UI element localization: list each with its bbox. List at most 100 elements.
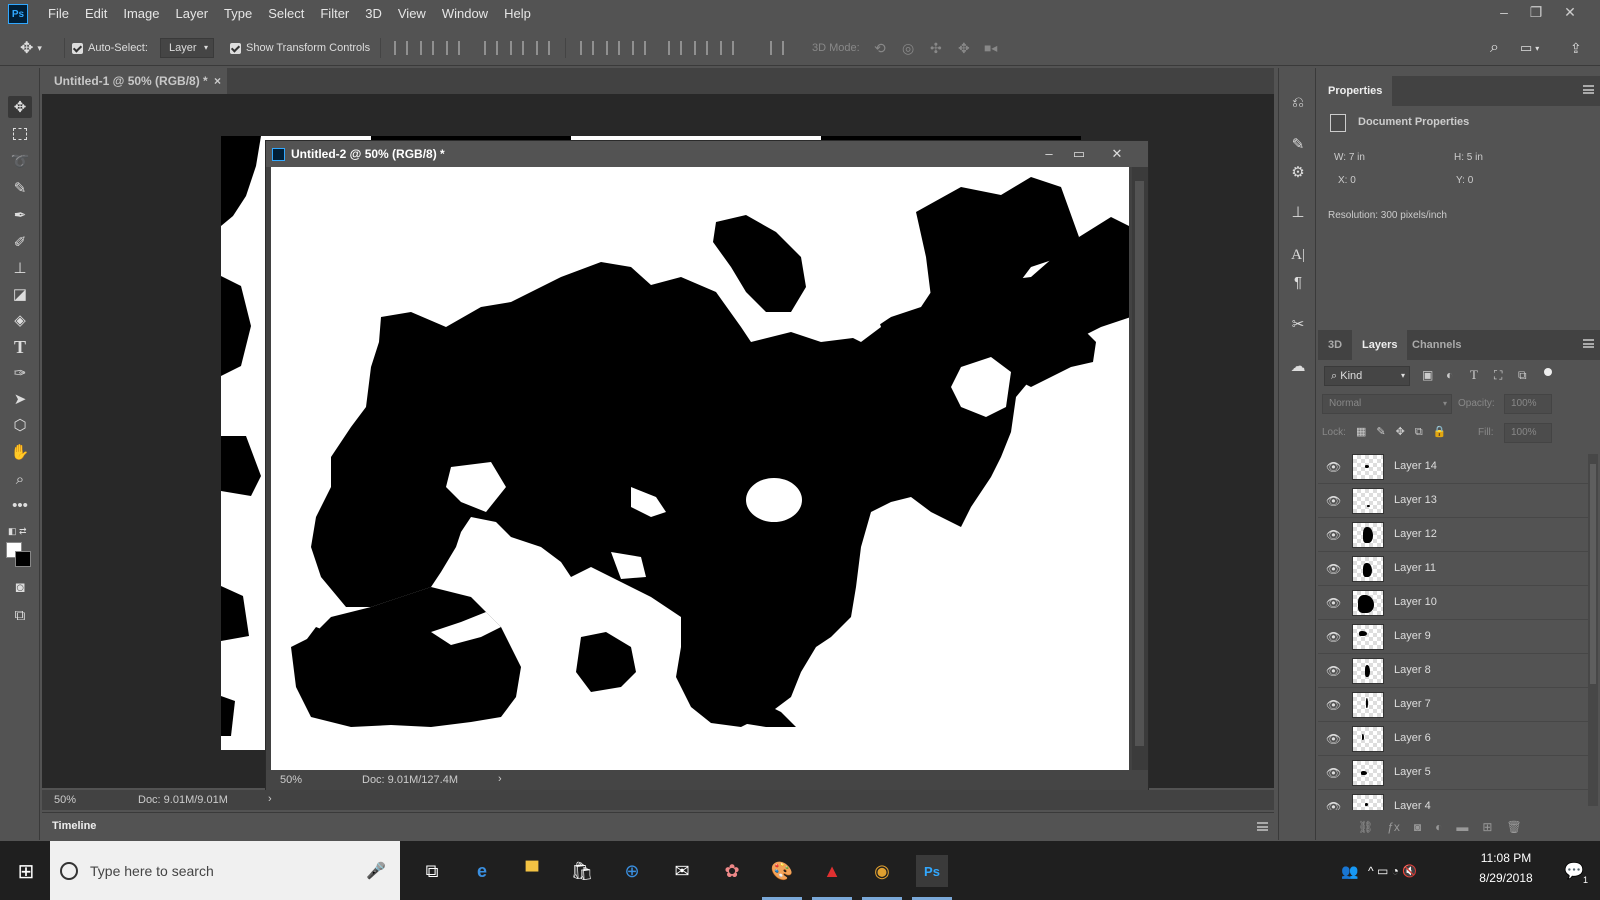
layer-row[interactable]: 👁 Layer 13 <box>1318 484 1588 518</box>
layer-row[interactable]: 👁 Layer 8 <box>1318 654 1588 688</box>
status-menu-arrow[interactable]: › <box>498 773 502 785</box>
libraries-icon[interactable]: ☁ <box>1287 356 1309 378</box>
eyedropper-tool-icon[interactable]: ✒ <box>8 204 32 226</box>
3d-roll-icon[interactable]: ◎ <box>902 38 914 58</box>
menu-edit[interactable]: Edit <box>77 0 115 28</box>
quick-mask-icon[interactable]: ◙ <box>8 576 32 598</box>
app-icon-blue[interactable]: ⊕ <box>616 855 648 887</box>
visibility-eye-icon[interactable]: 👁 <box>1326 528 1341 542</box>
visibility-eye-icon[interactable]: 👁 <box>1326 630 1341 644</box>
distribute-left-icon[interactable] <box>668 41 682 55</box>
new-layer-icon[interactable]: ⊞ <box>1482 820 1492 834</box>
action-center-icon[interactable]: 💬 1 <box>1558 855 1590 887</box>
layer-row[interactable]: 👁 Layer 11 <box>1318 552 1588 586</box>
paragraph-icon[interactable]: ¶ <box>1287 272 1309 294</box>
background-color-swatch[interactable] <box>15 551 31 567</box>
close-icon[interactable]: ✕ <box>1106 144 1128 164</box>
menu-select[interactable]: Select <box>260 0 312 28</box>
tab-3d[interactable]: 3D <box>1318 330 1352 360</box>
untitled-2-canvas[interactable] <box>271 167 1129 770</box>
lock-icons[interactable]: ▦✎✥⧉🔒 <box>1356 425 1456 439</box>
window-title-bar[interactable]: Untitled-2 @ 50% (RGB/8) * – ▭ ✕ <box>266 141 1148 167</box>
layer-filter-dropdown[interactable]: ⌕ Kind ▾ <box>1324 366 1410 386</box>
layer-style-icon[interactable]: ƒx <box>1387 820 1400 834</box>
windows-start-icon[interactable]: ⊞ <box>10 855 42 887</box>
auto-select-checkbox[interactable]: Auto-Select: <box>72 38 148 58</box>
taskbar-search-box[interactable]: Type here to search 🎤 <box>50 841 400 900</box>
align-vcenter-icon[interactable] <box>420 41 434 55</box>
menu-file[interactable]: File <box>40 0 77 28</box>
healing-brush-tool-icon[interactable]: ✐ <box>8 231 32 253</box>
vertical-scrollbar[interactable] <box>1132 167 1148 770</box>
visibility-eye-icon[interactable]: 👁 <box>1326 562 1341 576</box>
workspace-icon[interactable]: ▭ ▾ <box>1520 38 1539 58</box>
visibility-eye-icon[interactable]: 👁 <box>1326 732 1341 746</box>
move-tool-icon[interactable]: ✥ <box>8 96 32 118</box>
clock[interactable]: 11:08 PM 8/29/2018 <box>1466 851 1546 885</box>
distribute-vcenter-icon[interactable] <box>606 41 620 55</box>
tab-channels[interactable]: Channels <box>1402 330 1472 360</box>
y-value[interactable]: 0 <box>1468 175 1474 186</box>
x-value[interactable]: 0 <box>1350 175 1356 186</box>
tab-layers[interactable]: Layers <box>1352 330 1408 360</box>
tab-properties[interactable]: Properties <box>1318 76 1393 106</box>
photoshop-taskbar-icon[interactable]: Ps <box>916 855 948 887</box>
show-transform-checkbox[interactable]: Show Transform Controls <box>230 38 370 58</box>
visibility-eye-icon[interactable]: 👁 <box>1326 698 1341 712</box>
scrollbar-thumb[interactable] <box>1135 181 1144 746</box>
share-icon[interactable]: ⇪ <box>1570 38 1582 58</box>
screen-mode-icon[interactable]: ⧉ <box>8 604 32 626</box>
adjustments-icon[interactable]: ⚙ <box>1287 162 1309 184</box>
menu-layer[interactable]: Layer <box>168 0 217 28</box>
marquee-tool-icon[interactable] <box>8 123 32 145</box>
clone-stamp-tool-icon[interactable]: ⊥ <box>8 257 32 279</box>
filter-smart-object-icon[interactable]: ⧉ <box>1518 368 1527 383</box>
move-tool-icon[interactable]: ✥ ▾ <box>20 38 42 58</box>
opacity-input[interactable]: 100% <box>1504 394 1552 414</box>
paint-icon[interactable]: 🎨 <box>766 855 798 887</box>
brush-settings-icon[interactable]: ✎ <box>1287 134 1309 156</box>
scrollbar-thumb[interactable] <box>1590 464 1596 684</box>
align-top-icon[interactable] <box>394 41 408 55</box>
layer-row[interactable]: 👁 Layer 10 <box>1318 586 1588 620</box>
visibility-eye-icon[interactable]: 👁 <box>1326 766 1341 780</box>
visibility-eye-icon[interactable]: 👁 <box>1326 800 1341 810</box>
align-hcenter-icon[interactable] <box>510 41 524 55</box>
lasso-tool-icon[interactable]: ➰ <box>8 150 32 172</box>
align-right-icon[interactable] <box>536 41 550 55</box>
distribute-right-icon[interactable] <box>720 41 734 55</box>
menu-filter[interactable]: Filter <box>312 0 357 28</box>
tools-options-icon[interactable]: ✂ <box>1287 314 1309 336</box>
filter-shape-icon[interactable]: ⛶ <box>1494 368 1502 383</box>
align-left-icon[interactable] <box>484 41 498 55</box>
menu-window[interactable]: Window <box>434 0 496 28</box>
hand-tool-icon[interactable]: ✋ <box>8 441 32 463</box>
maximize-icon[interactable]: ▭ <box>1068 144 1090 164</box>
minimize-icon[interactable]: – <box>1038 144 1060 164</box>
swap-colors-icon[interactable]: ◧ ⇄ <box>8 520 32 542</box>
align-bottom-icon[interactable] <box>446 41 460 55</box>
visibility-eye-icon[interactable]: 👁 <box>1326 494 1341 508</box>
clone-source-icon[interactable]: ⊥ <box>1287 202 1309 224</box>
auto-align-icon[interactable] <box>770 41 784 55</box>
menu-view[interactable]: View <box>390 0 434 28</box>
h-value[interactable]: 5 in <box>1467 152 1483 163</box>
add-mask-icon[interactable]: ◙ <box>1414 820 1421 834</box>
filter-adjustment-icon[interactable]: ◐ <box>1446 368 1453 382</box>
timeline-tab[interactable]: Timeline <box>52 820 96 832</box>
menu-image[interactable]: Image <box>115 0 167 28</box>
file-explorer-icon[interactable]: ▀ <box>516 855 548 887</box>
edge-browser-icon[interactable]: e <box>466 855 498 887</box>
pen-tool-icon[interactable]: ✑ <box>8 362 32 384</box>
panel-menu-icon[interactable] <box>1257 822 1268 831</box>
shape-tool-icon[interactable]: ⬡ <box>8 414 32 436</box>
restore-icon[interactable]: ❐ <box>1522 0 1550 24</box>
blend-mode-dropdown[interactable]: Normal ▾ <box>1322 394 1452 414</box>
3d-slide-icon[interactable]: ✥ <box>958 38 970 58</box>
zoom-level[interactable]: 50% <box>54 794 76 806</box>
people-icon[interactable]: 👥 <box>1334 855 1366 887</box>
link-layers-icon[interactable]: ⛓ <box>1358 820 1373 834</box>
minimize-icon[interactable]: – <box>1490 0 1518 24</box>
visibility-eye-icon[interactable]: 👁 <box>1326 460 1341 474</box>
visibility-eye-icon[interactable]: 👁 <box>1326 664 1341 678</box>
